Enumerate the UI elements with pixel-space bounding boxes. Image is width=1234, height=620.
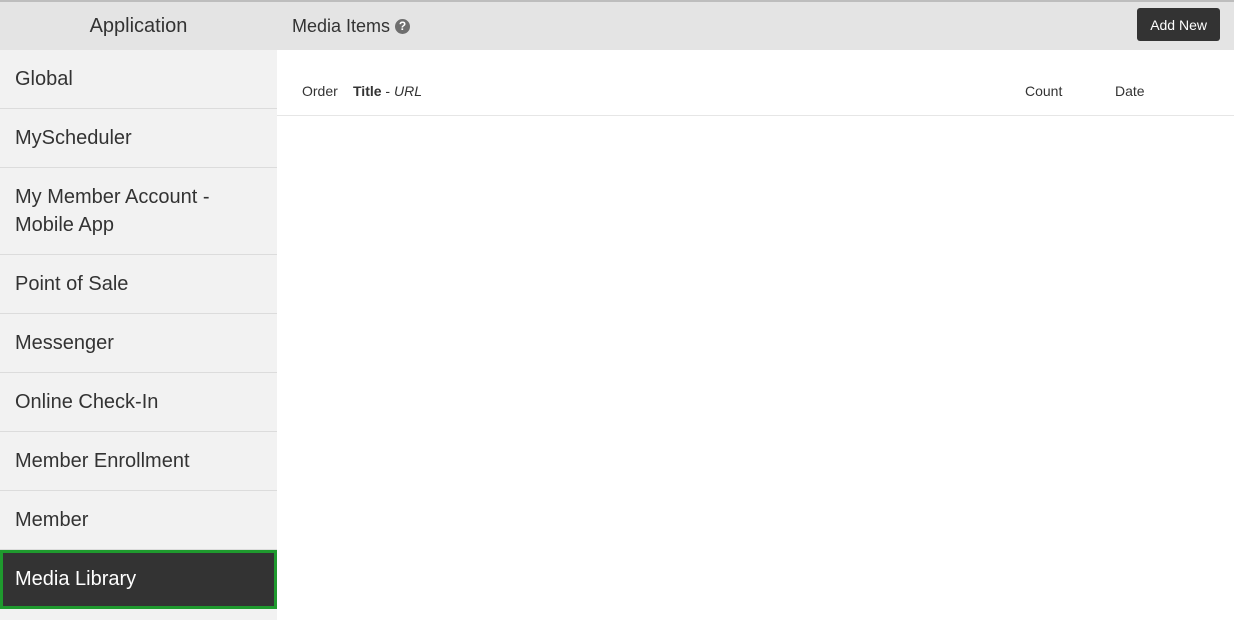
sidebar-item-label: Global [15,67,73,90]
sidebar-item-online-check-in[interactable]: Online Check-In [0,373,277,432]
sidebar-item-global[interactable]: Global [0,50,277,109]
sidebar-item-member-enrollment[interactable]: Member Enrollment [0,432,277,491]
page-title: Media Items ? [292,2,411,50]
column-header-separator: - [381,83,394,99]
sidebar-item-label: Online Check-In [15,390,159,413]
sidebar-item-member[interactable]: Member [0,491,277,550]
app-window: Application Global MyScheduler My Member… [0,0,1234,620]
column-header-count[interactable]: Count [1025,83,1062,99]
sidebar-item-label: Member [15,508,89,531]
column-header-order[interactable]: Order [302,83,338,99]
sidebar-item-label: MyScheduler [15,126,132,149]
sidebar-item-myscheduler[interactable]: MyScheduler [0,109,277,168]
sidebar-item-point-of-sale[interactable]: Point of Sale [0,255,277,314]
column-header-title: Title [353,83,382,99]
sidebar-item-my-member-account-mobile-app[interactable]: My Member Account - Mobile App [0,168,277,255]
main-content: Order Title - URL Count Date [277,50,1234,620]
column-header-title-url[interactable]: Title - URL [353,83,422,99]
column-header-url: URL [393,83,422,99]
sidebar-item-label: Point of Sale [15,272,129,295]
sidebar-item-messenger[interactable]: Messenger [0,314,277,373]
sidebar-item-media-library[interactable]: Media Library [0,550,277,609]
sidebar-item-label: Member Enrollment [15,449,190,472]
sidebar: Application Global MyScheduler My Member… [0,2,277,620]
sidebar-item-label: Messenger [15,331,114,354]
table-header: Order Title - URL Count Date [277,77,1234,116]
sidebar-item-label: My Member Account - Mobile App [15,186,210,236]
add-new-button[interactable]: Add New [1137,8,1220,41]
question-circle-icon[interactable]: ? [395,18,411,34]
sidebar-header: Application [0,2,277,50]
top-bar: Media Items ? Add New [277,2,1234,50]
column-header-date[interactable]: Date [1115,83,1145,99]
page-title-text: Media Items [292,15,391,36]
sidebar-item-label: Media Library [15,568,137,590]
